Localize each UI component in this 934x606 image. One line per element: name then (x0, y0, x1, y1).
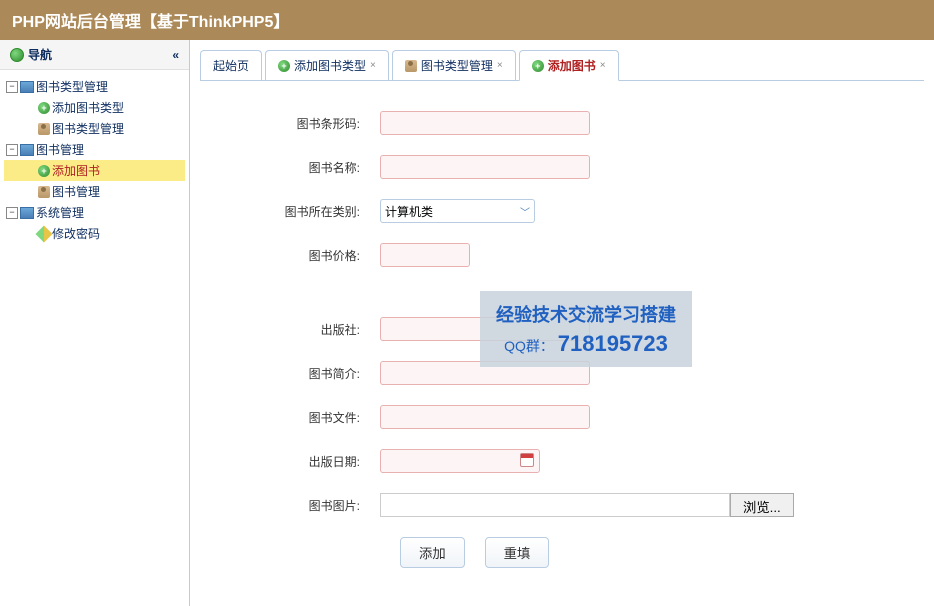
folder-icon (20, 144, 34, 156)
person-icon (38, 186, 50, 198)
folder-icon (20, 207, 34, 219)
close-icon[interactable]: × (600, 60, 606, 71)
category-select[interactable]: 计算机类 ﹀ (380, 199, 535, 223)
submit-button[interactable]: 添加 (400, 537, 465, 568)
header-title: PHP网站后台管理【基于ThinkPHP5】 (12, 14, 289, 31)
toggle-icon[interactable] (6, 81, 18, 93)
chevron-down-icon: ﹀ (520, 204, 530, 219)
person-icon (38, 123, 50, 135)
tab-bar: 起始页 添加图书类型 × 图书类型管理 × 添加图书 × (200, 50, 924, 81)
publisher-label: 出版社: (260, 321, 380, 338)
pubdate-label: 出版日期: (260, 453, 380, 470)
image-file-input[interactable] (380, 493, 730, 517)
toggle-icon[interactable] (6, 144, 18, 156)
sidebar: 导航 « 图书类型管理 添加图书类型 图书类型管理 (0, 40, 190, 606)
barcode-label: 图书条形码: (260, 115, 380, 132)
reset-button[interactable]: 重填 (485, 537, 550, 568)
tree-node-add-book-type[interactable]: 添加图书类型 (4, 97, 185, 118)
tree-node-book-type-mgmt[interactable]: 图书类型管理 (4, 76, 185, 97)
content-area: 起始页 添加图书类型 × 图书类型管理 × 添加图书 × 图书条形码: (190, 40, 934, 606)
plus-icon (38, 165, 50, 177)
tab-add-book[interactable]: 添加图书 × (519, 50, 619, 81)
tree-node-book-type-list[interactable]: 图书类型管理 (4, 118, 185, 139)
pubdate-input[interactable] (380, 449, 540, 473)
collapse-icon[interactable]: « (172, 48, 179, 62)
barcode-input[interactable] (380, 111, 590, 135)
plus-icon (38, 102, 50, 114)
file-label: 图书文件: (260, 409, 380, 426)
close-icon[interactable]: × (370, 60, 376, 71)
file-input[interactable] (380, 405, 590, 429)
toggle-icon[interactable] (6, 207, 18, 219)
name-input[interactable] (380, 155, 590, 179)
price-input[interactable] (380, 243, 470, 267)
folder-icon (20, 81, 34, 93)
tree-node-system-mgmt[interactable]: 系统管理 (4, 202, 185, 223)
main-layout: 导航 « 图书类型管理 添加图书类型 图书类型管理 (0, 40, 934, 606)
name-label: 图书名称: (260, 159, 380, 176)
image-label: 图书图片: (260, 497, 380, 514)
tab-add-book-type[interactable]: 添加图书类型 × (265, 50, 389, 80)
tree-node-book-list[interactable]: 图书管理 (4, 181, 185, 202)
globe-icon (10, 48, 24, 62)
tab-book-type-mgmt[interactable]: 图书类型管理 × (392, 50, 516, 80)
tab-home[interactable]: 起始页 (200, 50, 262, 80)
person-icon (405, 60, 417, 72)
tree-node-add-book[interactable]: 添加图书 (4, 160, 185, 181)
tree-node-change-password[interactable]: 修改密码 (4, 223, 185, 244)
plus-icon (532, 60, 544, 72)
price-label: 图书价格: (260, 247, 380, 264)
nav-tree: 图书类型管理 添加图书类型 图书类型管理 图书管理 添加图书 (0, 70, 189, 250)
app-header: PHP网站后台管理【基于ThinkPHP5】 (0, 0, 934, 40)
pencil-icon (36, 225, 53, 242)
add-book-form: 图书条形码: 图书名称: 图书所在类别: 计算机类 ﹀ 图书价格: 出版社: (200, 81, 924, 598)
browse-button[interactable]: 浏览... (730, 493, 794, 517)
sidebar-header: 导航 « (0, 40, 189, 70)
watermark-overlay: 经验技术交流学习搭建 QQ群： 718195723 (480, 291, 692, 367)
calendar-icon[interactable] (520, 453, 534, 467)
category-label: 图书所在类别: (260, 203, 380, 220)
sidebar-title: 导航 (28, 46, 52, 63)
plus-icon (278, 60, 290, 72)
summary-label: 图书简介: (260, 365, 380, 382)
close-icon[interactable]: × (497, 60, 503, 71)
tree-node-book-mgmt[interactable]: 图书管理 (4, 139, 185, 160)
